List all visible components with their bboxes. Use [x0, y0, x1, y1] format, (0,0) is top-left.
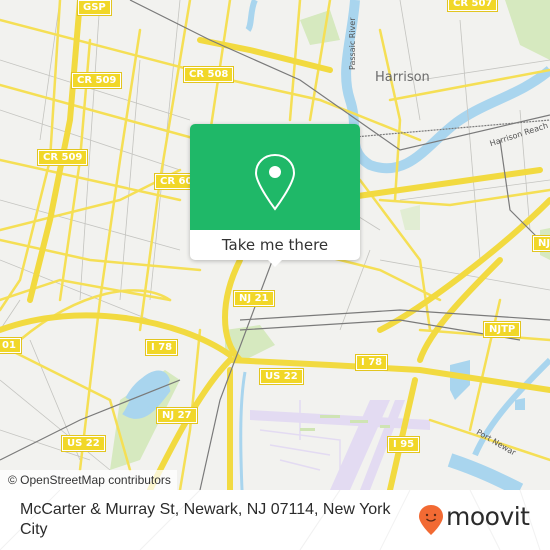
take-me-there-button[interactable]: Take me there	[190, 230, 360, 260]
moovit-wordmark: moovit	[446, 502, 530, 531]
shield-cr507: CR 507	[446, 0, 499, 12]
moovit-pin-icon	[419, 505, 443, 535]
shield-i95: I 95	[386, 436, 421, 453]
shield-gsp: GSP	[77, 0, 112, 16]
shield-cr509: CR 509	[70, 72, 123, 89]
address-text: McCarter & Murray St, Newark, NJ 07114, …	[20, 501, 391, 538]
shield-njtp-mid: NJTP	[482, 321, 522, 338]
map-pin-icon	[254, 153, 296, 211]
shield-nj27: NJ 27	[156, 407, 198, 424]
shield-cr601: 01	[0, 337, 22, 354]
popup-header	[190, 124, 360, 230]
shield-nj21: NJ 21	[233, 290, 275, 307]
popup-pointer	[268, 260, 282, 267]
shield-i78-left: I 78	[144, 339, 179, 356]
place-label-harrison: Harrison	[375, 70, 430, 85]
shield-i78-right: I 78	[354, 354, 389, 371]
osm-attribution[interactable]: © OpenStreetMap contributors	[0, 470, 177, 490]
water-label-passaic-river: Passaic River	[348, 17, 357, 71]
shield-njtp-top: NJTP	[531, 235, 550, 252]
location-popup[interactable]: Take me there	[190, 124, 360, 267]
shield-cr509-south: CR 509	[36, 149, 89, 166]
shield-us22-left: US 22	[61, 435, 106, 452]
shield-us22-center: US 22	[259, 368, 304, 385]
shield-cr508: CR 508	[182, 66, 235, 83]
map-canvas[interactable]: Harrison Passaic River Harrison Reach Ri…	[0, 0, 550, 490]
